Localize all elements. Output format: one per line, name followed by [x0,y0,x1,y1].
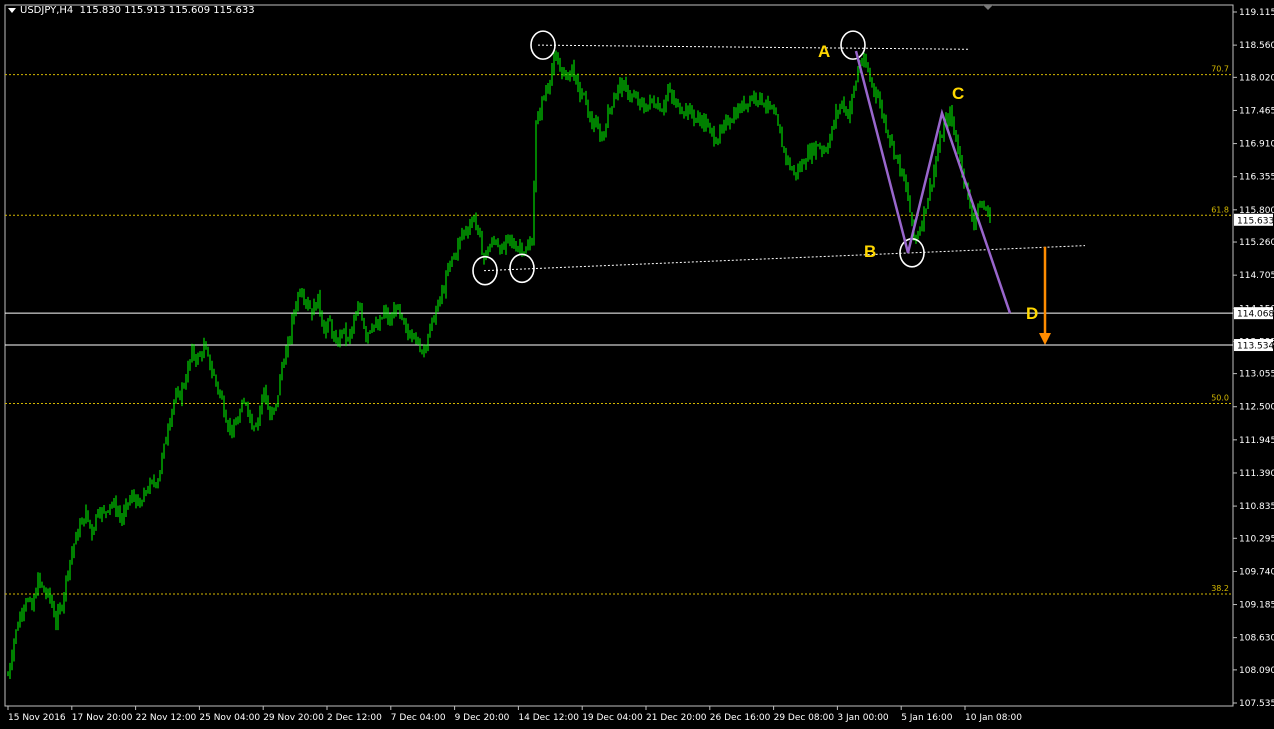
wave-label-D: D [1026,304,1038,323]
x-tick-label: 2 Dec 12:00 [327,713,382,723]
fib-label-3: 38.2 [1211,584,1229,593]
price-tag-label: 114.068 [1237,310,1274,320]
y-tick-label: 109.740 [1239,567,1274,577]
wave-label-B: B [864,242,876,261]
pivot-circle-1 [509,253,535,284]
y-tick-label: 110.295 [1239,534,1274,544]
x-tick-label: 26 Dec 16:00 [710,713,771,723]
chart-root: USDJPY,H4 115.830 115.913 115.609 115.63… [0,0,1274,729]
pivot-circle-3 [840,30,866,60]
x-tick-label: 29 Dec 08:00 [774,713,835,723]
wave-label-C: C [952,84,964,103]
x-tick-label: 29 Nov 20:00 [263,713,324,723]
y-tick-label: 109.185 [1239,601,1274,611]
x-tick-label: 15 Nov 2016 [8,713,66,723]
price-chart: 70.7 61.8 50.0 38.2 A B C D 119.115 118.560 118.02… [4,4,1274,723]
x-tick-label: 9 Dec 20:00 [455,713,510,723]
y-tick-label: 107.535 [1239,699,1274,709]
y-tick-label: 108.630 [1239,634,1274,644]
fib-label-1: 61.8 [1211,205,1229,214]
y-tick-label: 111.390 [1239,469,1274,479]
x-tick-label: 14 Dec 12:00 [518,713,579,723]
x-tick-label: 21 Dec 20:00 [646,713,707,723]
price-tag-label: 113.534 [1237,342,1274,352]
abcd-wave-line [854,50,1012,314]
x-tick-label: 25 Nov 04:00 [199,713,260,723]
fib-label-2: 50.0 [1211,393,1229,402]
x-tick-label: 3 Jan 00:00 [837,713,889,723]
x-tick-label: 22 Nov 12:00 [136,713,197,723]
y-tick-label: 115.260 [1239,238,1274,248]
wave-label-A: A [818,42,830,61]
y-tick-label: 116.910 [1239,140,1274,150]
y-tick-label: 118.020 [1239,73,1274,83]
y-tick-label: 110.835 [1239,502,1274,512]
scroll-marker-icon [983,5,993,10]
y-tick-label: 119.115 [1239,8,1274,18]
x-tick-label: 7 Dec 04:00 [391,713,446,723]
y-tick-label: 113.055 [1239,370,1274,380]
y-tick-label: 118.560 [1239,41,1274,51]
y-tick-label: 114.705 [1239,271,1274,281]
y-tick-label: 112.500 [1239,403,1274,413]
price-tag-label: 115.633 [1237,216,1274,226]
x-tick-label: 17 Nov 20:00 [72,713,133,723]
plot-frame [4,4,1234,707]
x-tick-label: 19 Dec 04:00 [582,713,643,723]
y-tick-label: 116.355 [1239,173,1274,183]
x-tick-label: 10 Jan 08:00 [965,713,1022,723]
top-trendline [537,44,971,50]
fib-label-0: 70.7 [1211,65,1229,74]
y-tick-label: 108.090 [1239,666,1274,676]
y-tick-label: 111.945 [1239,436,1274,446]
down-arrow-icon [1039,333,1051,346]
y-tick-label: 117.465 [1239,106,1274,116]
x-tick-label: 5 Jan 16:00 [901,713,953,723]
